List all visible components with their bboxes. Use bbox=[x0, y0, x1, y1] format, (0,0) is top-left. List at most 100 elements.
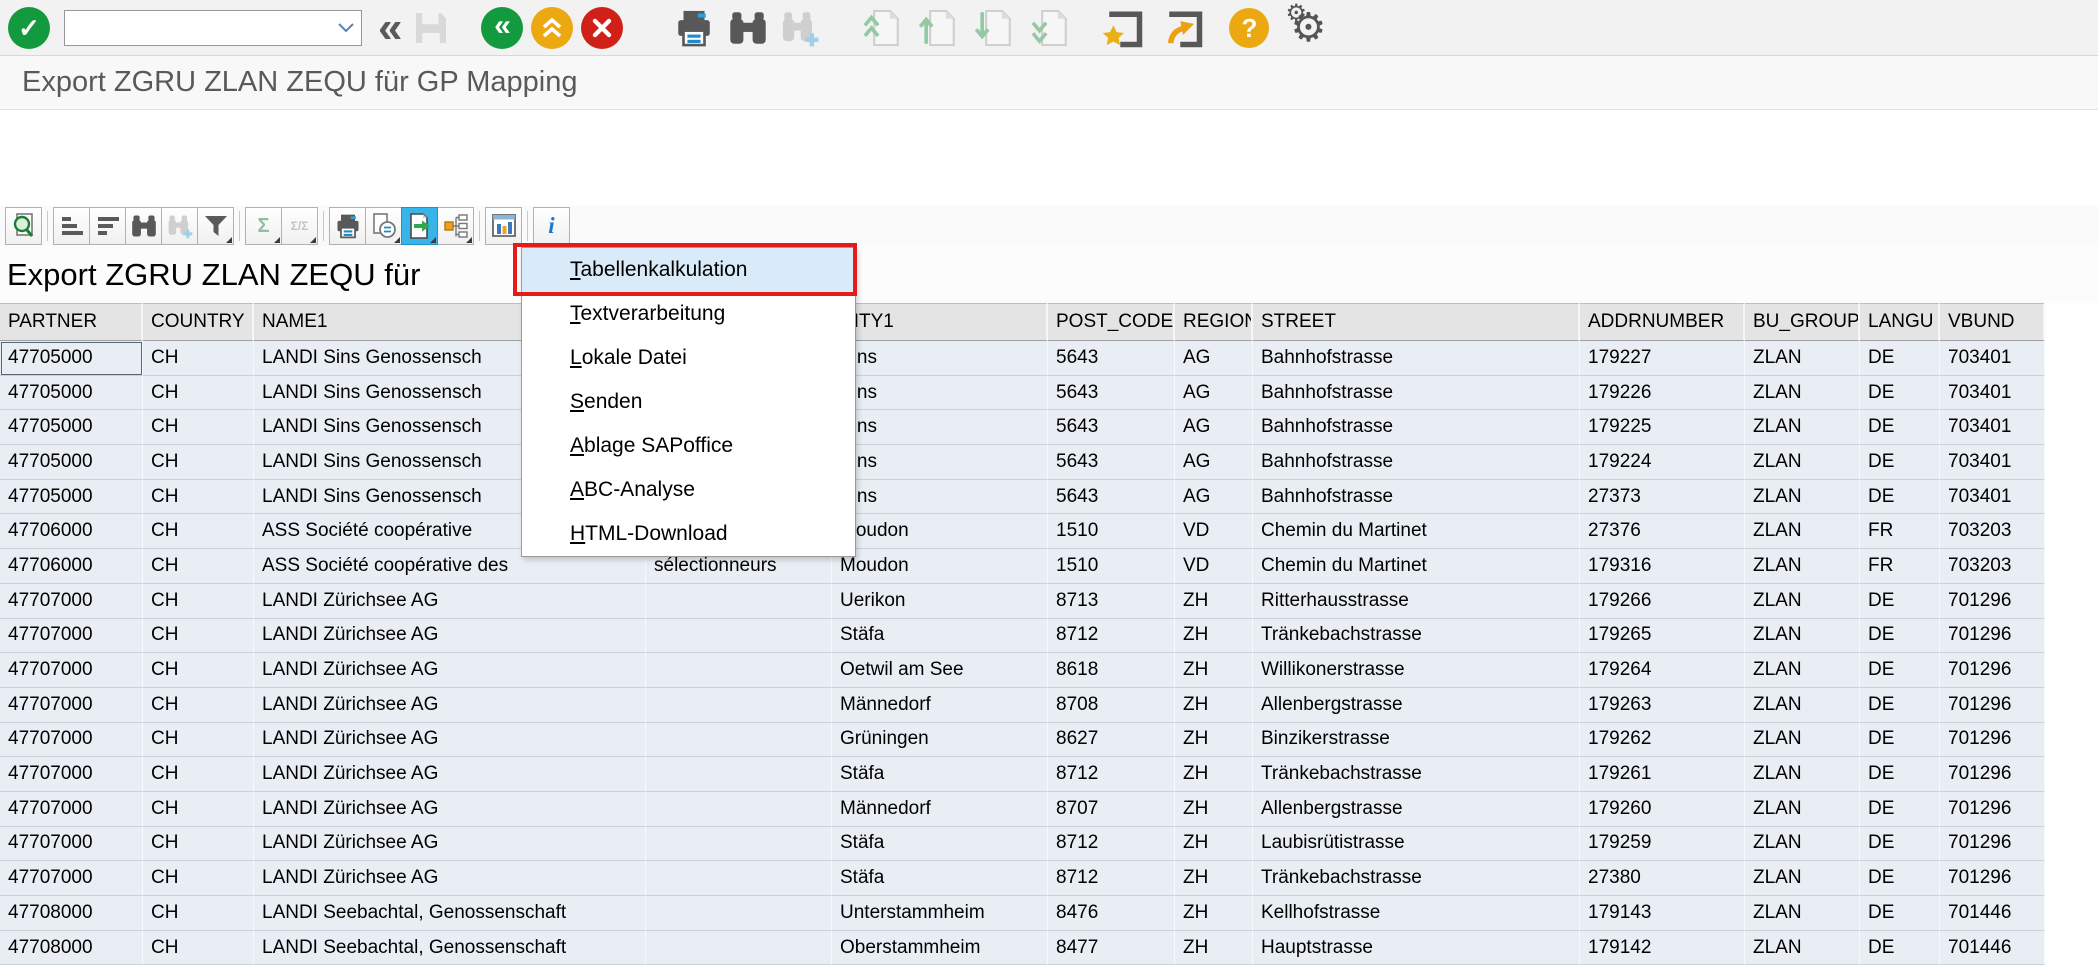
cell[interactable]: 701446 bbox=[1940, 931, 2045, 966]
cell[interactable]: ZLAN bbox=[1745, 827, 1860, 862]
views-button[interactable] bbox=[365, 207, 402, 245]
cell[interactable]: 703401 bbox=[1940, 480, 2045, 515]
cell[interactable]: DE bbox=[1860, 376, 1940, 411]
cell[interactable]: DE bbox=[1860, 653, 1940, 688]
cell[interactable]: Allenbergstrasse bbox=[1253, 688, 1580, 723]
cell[interactable]: VD bbox=[1175, 514, 1253, 549]
cell[interactable]: Ritterhausstrasse bbox=[1253, 584, 1580, 619]
cell[interactable]: AG bbox=[1175, 480, 1253, 515]
cell[interactable]: 701296 bbox=[1940, 757, 2045, 792]
cell[interactable] bbox=[646, 653, 832, 688]
menu-item[interactable]: Lokale Datei bbox=[522, 336, 855, 380]
cell[interactable]: LANDI Zürichsee AG bbox=[254, 792, 646, 827]
cell[interactable]: 179224 bbox=[1580, 445, 1745, 480]
cell[interactable]: 8707 bbox=[1048, 792, 1175, 827]
cell[interactable]: LANDI Zürichsee AG bbox=[254, 584, 646, 619]
cell[interactable]: Moudon bbox=[832, 549, 1048, 584]
cell[interactable]: ZLAN bbox=[1745, 688, 1860, 723]
cell[interactable]: FR bbox=[1860, 549, 1940, 584]
menu-item[interactable]: Senden bbox=[522, 380, 855, 424]
cell[interactable]: Tränkebachstrasse bbox=[1253, 861, 1580, 896]
cell[interactable]: 8708 bbox=[1048, 688, 1175, 723]
cell[interactable]: 47707000 bbox=[0, 619, 143, 654]
cell[interactable] bbox=[646, 584, 832, 619]
command-field[interactable] bbox=[64, 10, 362, 46]
cell[interactable]: 701296 bbox=[1940, 688, 2045, 723]
cell[interactable]: Laubisrütistrasse bbox=[1253, 827, 1580, 862]
column-header[interactable]: BU_GROUP bbox=[1745, 303, 1860, 341]
cell[interactable]: CH bbox=[143, 827, 254, 862]
cell[interactable]: ZLAN bbox=[1745, 480, 1860, 515]
cell[interactable]: Bahnhofstrasse bbox=[1253, 376, 1580, 411]
cell[interactable]: 27373 bbox=[1580, 480, 1745, 515]
cell[interactable] bbox=[646, 619, 832, 654]
cell[interactable]: DE bbox=[1860, 584, 1940, 619]
cell[interactable]: Bahnhofstrasse bbox=[1253, 341, 1580, 376]
cell[interactable]: ZLAN bbox=[1745, 792, 1860, 827]
cell[interactable]: 47705000 bbox=[0, 445, 143, 480]
cell[interactable] bbox=[646, 827, 832, 862]
cell[interactable]: 701296 bbox=[1940, 861, 2045, 896]
cell[interactable]: Chemin du Martinet bbox=[1253, 549, 1580, 584]
cell[interactable]: 701296 bbox=[1940, 827, 2045, 862]
cell[interactable]: LANDI Zürichsee AG bbox=[254, 723, 646, 758]
cell[interactable]: Stäfa bbox=[832, 827, 1048, 862]
help-button[interactable]: ? bbox=[1229, 6, 1269, 50]
cell[interactable]: Willikonerstrasse bbox=[1253, 653, 1580, 688]
cell[interactable]: CH bbox=[143, 861, 254, 896]
find-button[interactable] bbox=[727, 6, 769, 50]
cell[interactable]: 701296 bbox=[1940, 653, 2045, 688]
cell[interactable]: Sins bbox=[832, 341, 1048, 376]
enter-button[interactable]: ✓ bbox=[8, 6, 50, 50]
cell[interactable]: LANDI Seebachtal, Genossenschaft bbox=[254, 896, 646, 931]
cell[interactable]: DE bbox=[1860, 723, 1940, 758]
cell[interactable]: ZLAN bbox=[1745, 931, 1860, 966]
cell[interactable]: Moudon bbox=[832, 514, 1048, 549]
cell[interactable]: 179262 bbox=[1580, 723, 1745, 758]
cell[interactable]: CH bbox=[143, 723, 254, 758]
cell[interactable]: 701296 bbox=[1940, 792, 2045, 827]
cell[interactable]: CH bbox=[143, 445, 254, 480]
cell[interactable]: DE bbox=[1860, 688, 1940, 723]
cell[interactable] bbox=[646, 723, 832, 758]
cell[interactable]: AG bbox=[1175, 341, 1253, 376]
cell[interactable]: ZH bbox=[1175, 792, 1253, 827]
cell[interactable]: AG bbox=[1175, 410, 1253, 445]
cell[interactable] bbox=[646, 757, 832, 792]
back-circle-button[interactable]: « bbox=[481, 6, 523, 50]
cell[interactable]: DE bbox=[1860, 619, 1940, 654]
menu-item[interactable]: ABC-Analyse bbox=[522, 468, 855, 512]
cell[interactable]: Hauptstrasse bbox=[1253, 931, 1580, 966]
cell[interactable]: 179263 bbox=[1580, 688, 1745, 723]
cell[interactable]: 47707000 bbox=[0, 653, 143, 688]
cell[interactable]: 47708000 bbox=[0, 896, 143, 931]
cell[interactable]: Sins bbox=[832, 376, 1048, 411]
column-header[interactable]: COUNTRY bbox=[143, 303, 254, 341]
cell[interactable]: 8712 bbox=[1048, 757, 1175, 792]
cell[interactable]: 179226 bbox=[1580, 376, 1745, 411]
cell[interactable]: CH bbox=[143, 410, 254, 445]
cell[interactable]: Sins bbox=[832, 480, 1048, 515]
cell[interactable]: 27376 bbox=[1580, 514, 1745, 549]
cell[interactable]: Stäfa bbox=[832, 757, 1048, 792]
sum-button[interactable]: Σ bbox=[245, 207, 282, 245]
cell[interactable]: 703401 bbox=[1940, 376, 2045, 411]
cell[interactable]: 8712 bbox=[1048, 861, 1175, 896]
cell[interactable]: Bahnhofstrasse bbox=[1253, 410, 1580, 445]
exit-button[interactable] bbox=[531, 6, 573, 50]
cell[interactable]: Stäfa bbox=[832, 619, 1048, 654]
cell[interactable]: Kellhofstrasse bbox=[1253, 896, 1580, 931]
cell[interactable]: 47708000 bbox=[0, 931, 143, 966]
cell[interactable]: LANDI Zürichsee AG bbox=[254, 757, 646, 792]
cell[interactable] bbox=[646, 896, 832, 931]
cell[interactable]: ZH bbox=[1175, 584, 1253, 619]
cell[interactable]: CH bbox=[143, 514, 254, 549]
cell[interactable]: ZLAN bbox=[1745, 723, 1860, 758]
cell[interactable]: 5643 bbox=[1048, 376, 1175, 411]
cell[interactable]: 703401 bbox=[1940, 410, 2045, 445]
cell[interactable]: FR bbox=[1860, 514, 1940, 549]
cell[interactable]: 179265 bbox=[1580, 619, 1745, 654]
print-button-grid[interactable] bbox=[329, 207, 366, 245]
cell[interactable]: 703203 bbox=[1940, 514, 2045, 549]
cell[interactable]: Männedorf bbox=[832, 792, 1048, 827]
